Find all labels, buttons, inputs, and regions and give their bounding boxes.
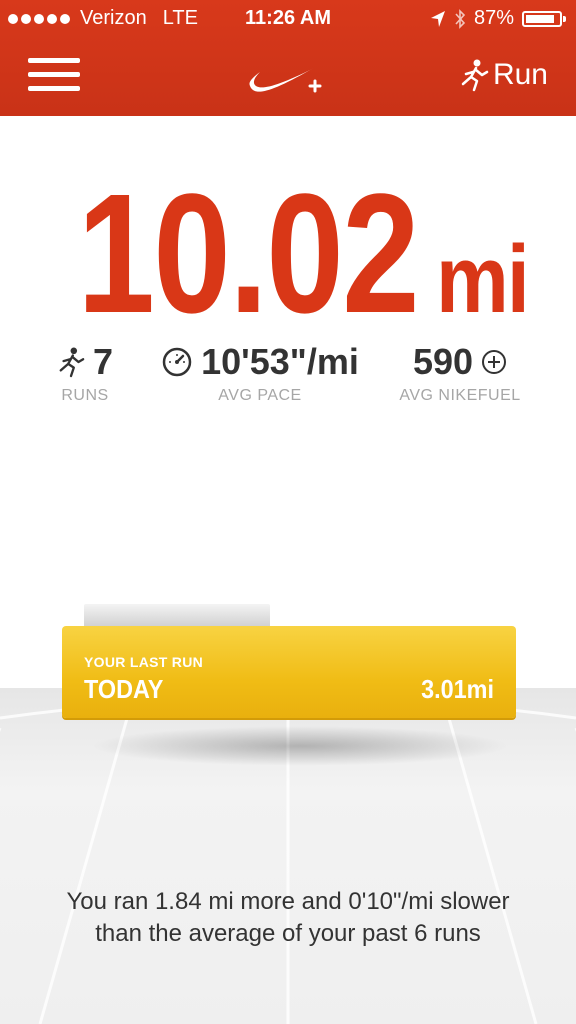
location-arrow-icon [430, 10, 445, 27]
pace-label: AVG PACE [218, 387, 302, 404]
last-run-card[interactable]: YOUR LAST RUN TODAY 3.01mi [62, 626, 516, 718]
last-run-distance: 3.01mi [421, 674, 494, 704]
plus-circle-icon [482, 350, 507, 374]
nikefuel-label: AVG NIKEFUEL [399, 387, 521, 404]
total-distance: 10.02 mi [0, 156, 576, 352]
runs-label: RUNS [61, 387, 109, 404]
nikefuel-stat: 590 AVG NIKEFUEL [390, 341, 530, 405]
bluetooth-icon [455, 8, 466, 29]
status-icons: 87% [430, 7, 566, 30]
nav-bar: Run [0, 38, 576, 116]
run-label: Run [492, 58, 548, 91]
runner-icon [59, 347, 85, 378]
app-header: Verizon LTE 11:26 AM 87% Run [0, 0, 576, 116]
comparison-message: You ran 1.84 mi more and 0'10"/mi slower… [66, 888, 510, 947]
speedometer-icon [162, 347, 192, 377]
runs-value: 7 [92, 341, 114, 382]
battery-icon [522, 10, 566, 27]
total-distance-value: 10.02 [77, 159, 420, 349]
hamburger-menu-icon[interactable] [28, 58, 82, 94]
main-content: 10.02 mi 7 RUNS 10'53"/mi AVG PACE 590 A… [0, 116, 576, 1024]
runner-icon [461, 59, 489, 92]
pace-stat: 10'53"/mi AVG PACE [160, 341, 360, 405]
battery-percent: 87% [473, 7, 514, 29]
last-run-day: TODAY [84, 674, 164, 704]
runs-stat: 7 RUNS [40, 341, 130, 405]
status-bar: Verizon LTE 11:26 AM 87% [0, 0, 576, 38]
bar-shadow [90, 726, 510, 766]
total-distance-unit: mi [435, 226, 530, 333]
run-button[interactable]: Run [459, 58, 548, 92]
nikefuel-value: 590 [412, 341, 474, 382]
last-run-label: YOUR LAST RUN [84, 654, 204, 670]
battery-fill [526, 14, 554, 23]
pace-value: 10'53"/mi [201, 341, 359, 382]
nike-plus-logo [249, 68, 322, 93]
